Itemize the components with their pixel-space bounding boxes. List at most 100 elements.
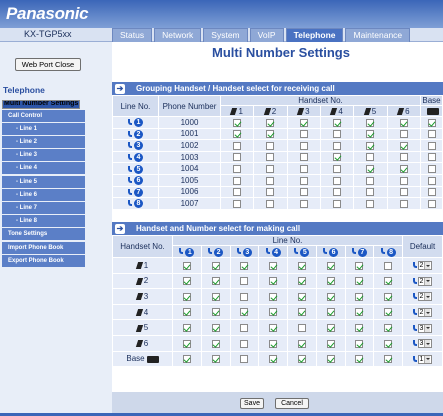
make-checkbox[interactable]: [182, 277, 191, 286]
make-checkbox[interactable]: [384, 261, 393, 270]
make-checkbox[interactable]: [297, 355, 306, 364]
make-checkbox[interactable]: [269, 308, 278, 317]
make-checkbox[interactable]: [297, 292, 306, 301]
receive-checkbox[interactable]: [333, 199, 342, 208]
make-checkbox[interactable]: [384, 308, 393, 317]
receive-checkbox[interactable]: [399, 118, 408, 127]
make-checkbox[interactable]: [240, 355, 249, 364]
receive-checkbox[interactable]: [233, 176, 242, 185]
make-checkbox[interactable]: [326, 277, 335, 286]
receive-checkbox[interactable]: [233, 199, 242, 208]
sidebar-item[interactable]: - Line 1: [2, 122, 85, 135]
make-checkbox[interactable]: [326, 261, 335, 270]
receive-checkbox[interactable]: [299, 130, 308, 139]
make-checkbox[interactable]: [384, 339, 393, 348]
tab-status[interactable]: Status: [112, 28, 153, 42]
make-checkbox[interactable]: [297, 324, 306, 333]
receive-checkbox[interactable]: [266, 118, 275, 127]
make-checkbox[interactable]: [240, 292, 249, 301]
make-checkbox[interactable]: [326, 308, 335, 317]
make-checkbox[interactable]: [182, 355, 191, 364]
make-checkbox[interactable]: [384, 355, 393, 364]
sidebar-item[interactable]: - Line 3: [2, 149, 85, 162]
sidebar-item[interactable]: - Line 5: [2, 175, 85, 188]
make-checkbox[interactable]: [326, 339, 335, 348]
receive-checkbox[interactable]: [266, 141, 275, 150]
make-checkbox[interactable]: [326, 292, 335, 301]
receive-checkbox[interactable]: [333, 141, 342, 150]
tab-voip[interactable]: VoIP: [249, 28, 284, 42]
receive-checkbox[interactable]: [299, 188, 308, 197]
make-checkbox[interactable]: [269, 261, 278, 270]
cancel-button[interactable]: Cancel: [275, 398, 309, 409]
receive-checkbox[interactable]: [366, 130, 375, 139]
tab-network[interactable]: Network: [154, 28, 202, 42]
base-checkbox[interactable]: [427, 165, 436, 174]
make-checkbox[interactable]: [211, 339, 220, 348]
receive-checkbox[interactable]: [366, 188, 375, 197]
receive-checkbox[interactable]: [233, 130, 242, 139]
receive-checkbox[interactable]: [266, 199, 275, 208]
make-checkbox[interactable]: [182, 339, 191, 348]
receive-checkbox[interactable]: [399, 153, 408, 162]
receive-checkbox[interactable]: [266, 176, 275, 185]
sidebar-item[interactable]: Call Control: [2, 109, 85, 122]
make-checkbox[interactable]: [240, 277, 249, 286]
make-checkbox[interactable]: [297, 261, 306, 270]
make-checkbox[interactable]: [297, 308, 306, 317]
make-checkbox[interactable]: [384, 277, 393, 286]
receive-checkbox[interactable]: [399, 199, 408, 208]
receive-checkbox[interactable]: [399, 176, 408, 185]
receive-checkbox[interactable]: [366, 141, 375, 150]
sidebar-item[interactable]: - Line 8: [2, 215, 85, 228]
receive-checkbox[interactable]: [233, 188, 242, 197]
make-checkbox[interactable]: [211, 261, 220, 270]
sidebar-item[interactable]: - Line 6: [2, 188, 85, 201]
make-checkbox[interactable]: [269, 277, 278, 286]
receive-checkbox[interactable]: [299, 118, 308, 127]
save-button[interactable]: Save: [240, 398, 264, 409]
receive-checkbox[interactable]: [399, 188, 408, 197]
base-checkbox[interactable]: [427, 199, 436, 208]
make-checkbox[interactable]: [240, 324, 249, 333]
sidebar-item[interactable]: - Line 7: [2, 202, 85, 214]
receive-checkbox[interactable]: [399, 130, 408, 139]
make-checkbox[interactable]: [240, 339, 249, 348]
receive-checkbox[interactable]: [366, 176, 375, 185]
receive-checkbox[interactable]: [333, 130, 342, 139]
make-checkbox[interactable]: [326, 324, 335, 333]
default-line-select[interactable]: 2: [417, 276, 433, 286]
make-checkbox[interactable]: [182, 324, 191, 333]
tab-system[interactable]: System: [203, 28, 248, 42]
receive-checkbox[interactable]: [366, 153, 375, 162]
receive-checkbox[interactable]: [299, 153, 308, 162]
make-checkbox[interactable]: [269, 324, 278, 333]
default-line-select[interactable]: 3: [417, 323, 433, 333]
default-line-select[interactable]: 2: [417, 308, 433, 318]
make-checkbox[interactable]: [240, 308, 249, 317]
receive-checkbox[interactable]: [399, 141, 408, 150]
receive-checkbox[interactable]: [299, 165, 308, 174]
receive-checkbox[interactable]: [299, 141, 308, 150]
make-checkbox[interactable]: [355, 292, 364, 301]
receive-checkbox[interactable]: [266, 188, 275, 197]
make-checkbox[interactable]: [326, 355, 335, 364]
receive-checkbox[interactable]: [399, 165, 408, 174]
base-checkbox[interactable]: [427, 141, 436, 150]
receive-checkbox[interactable]: [299, 176, 308, 185]
web-port-close-button[interactable]: Web Port Close: [15, 58, 81, 71]
receive-checkbox[interactable]: [233, 165, 242, 174]
make-checkbox[interactable]: [355, 261, 364, 270]
make-checkbox[interactable]: [269, 292, 278, 301]
receive-checkbox[interactable]: [366, 118, 375, 127]
make-checkbox[interactable]: [269, 355, 278, 364]
make-checkbox[interactable]: [211, 292, 220, 301]
receive-checkbox[interactable]: [233, 141, 242, 150]
make-checkbox[interactable]: [269, 339, 278, 348]
receive-checkbox[interactable]: [266, 130, 275, 139]
sidebar-item[interactable]: Import Phone Book: [2, 241, 85, 254]
receive-checkbox[interactable]: [333, 153, 342, 162]
receive-checkbox[interactable]: [233, 153, 242, 162]
base-checkbox[interactable]: [427, 118, 436, 127]
make-checkbox[interactable]: [211, 277, 220, 286]
